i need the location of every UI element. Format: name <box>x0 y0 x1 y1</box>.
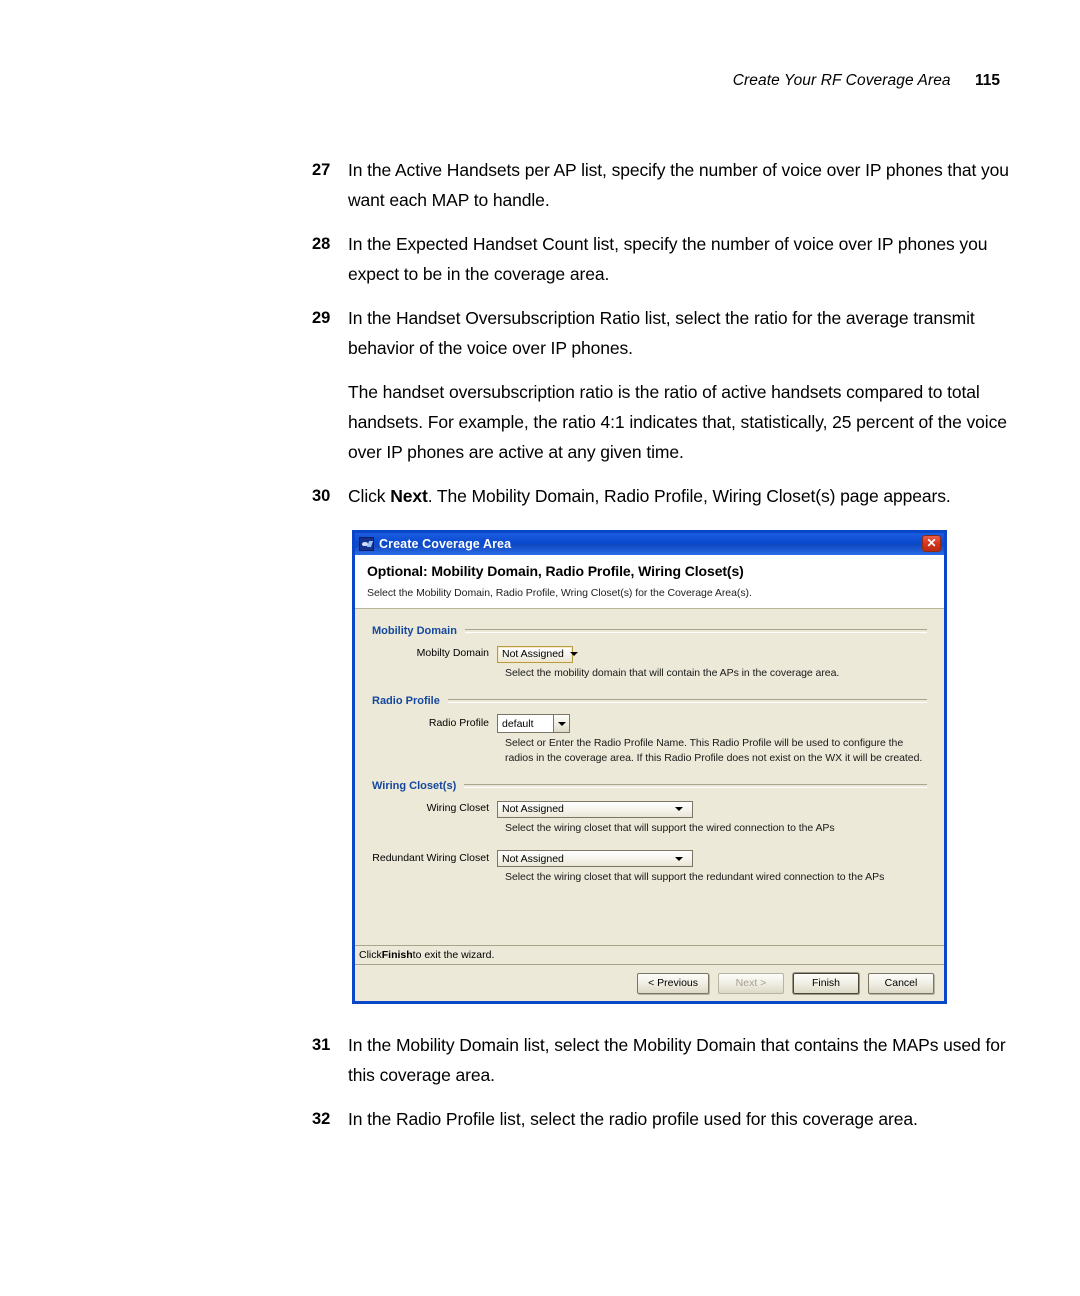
step-number: 29 <box>312 309 331 327</box>
step-number: 28 <box>312 235 331 253</box>
step-item: 32 In the Radio Profile list, select the… <box>312 1104 1012 1134</box>
dialog-title: Create Coverage Area <box>379 537 512 551</box>
chevron-down-icon <box>675 856 683 861</box>
statusbar-text-before: Click <box>359 949 382 961</box>
step-text: Click Next. The Mobility Domain, Radio P… <box>348 481 1012 511</box>
create-coverage-area-dialog: Create Coverage Area ✕ Optional: Mobilit… <box>352 530 947 1004</box>
help-text-redundant-wiring-closet: Select the wiring closet that will suppo… <box>505 871 885 883</box>
step30-text-after: . The Mobility Domain, Radio Profile, Wi… <box>427 486 951 506</box>
step30-text-before: Click <box>348 486 391 506</box>
help-text-mobility-domain: Select the mobility domain that will con… <box>505 666 840 679</box>
step-item: 30 Click Next. The Mobility Domain, Radi… <box>312 481 1012 511</box>
dialog-titlebar[interactable]: Create Coverage Area ✕ <box>355 533 944 555</box>
group-radio-profile: Radio Profile Radio Profile default Sele… <box>372 695 927 767</box>
mobility-domain-value: Not Assigned <box>502 648 564 660</box>
step-text: In the Handset Oversubscription Ratio li… <box>348 308 975 358</box>
field-row-radio-profile: Radio Profile default <box>372 714 927 733</box>
field-control: Not Assigned <box>497 644 578 663</box>
page-header: Create Your RF Coverage Area 115 <box>0 72 1000 90</box>
group-wiring-closets: Wiring Closet(s) Wiring Closet Not Assig… <box>372 780 927 885</box>
dialog-statusbar: Click Finish to exit the wizard. <box>355 945 944 965</box>
wiring-closet-dropdown[interactable]: Not Assigned <box>497 800 693 818</box>
step-number: 27 <box>312 161 331 179</box>
radio-profile-dropdown-button[interactable] <box>553 714 570 733</box>
dialog-body: Mobility Domain Mobilty Domain Not Assig… <box>355 609 944 945</box>
group-header: Mobility Domain <box>372 625 927 637</box>
step-text: In the Active Handsets per AP list, spec… <box>348 160 1009 210</box>
mobility-domain-dropdown[interactable]: Not Assigned <box>497 645 578 663</box>
field-row-redundant-wiring-closet: Redundant Wiring Closet Not Assigned <box>372 849 927 867</box>
step-text: In the Expected Handset Count list, spec… <box>348 234 988 284</box>
close-icon[interactable]: ✕ <box>922 535 941 552</box>
field-control: Not Assigned <box>497 799 693 818</box>
field-control: default <box>497 714 570 733</box>
numbered-steps-upper: 27 In the Active Handsets per AP list, s… <box>312 155 1012 525</box>
redundant-wiring-closet-value: Not Assigned <box>502 852 564 865</box>
step30-bold-next: Next <box>390 486 428 506</box>
finish-button[interactable]: Finish <box>793 972 859 994</box>
help-text-wiring-closet: Select the wiring closet that will suppo… <box>505 821 835 834</box>
field-row-mobility-domain: Mobilty Domain Not Assigned <box>372 644 927 663</box>
chevron-down-icon <box>557 721 566 726</box>
cancel-button[interactable]: Cancel <box>868 972 934 994</box>
radio-profile-combobox[interactable]: default <box>497 714 570 733</box>
next-button: Next > <box>718 972 784 994</box>
help-text-radio-profile: Select or Enter the Radio Profile Name. … <box>505 737 923 764</box>
field-control: Not Assigned <box>497 849 693 867</box>
radio-profile-input[interactable]: default <box>497 714 553 733</box>
statusbar-bold-finish: Finish <box>381 949 413 961</box>
group-label-mobility-domain: Mobility Domain <box>372 625 457 637</box>
close-glyph: ✕ <box>926 536 937 550</box>
step-item: 28 In the Expected Handset Count list, s… <box>312 229 1012 289</box>
dialog-heading: Optional: Mobility Domain, Radio Profile… <box>367 563 744 579</box>
group-label-radio-profile: Radio Profile <box>372 694 440 707</box>
group-mobility-domain: Mobility Domain Mobilty Domain Not Assig… <box>372 625 927 681</box>
step-number: 30 <box>312 487 331 505</box>
dialog-subheading: Select the Mobility Domain, Radio Profil… <box>367 587 752 599</box>
wireless-app-icon <box>359 537 374 551</box>
running-head-title: Create Your RF Coverage Area <box>732 72 951 89</box>
chevron-down-icon <box>675 807 683 811</box>
group-label-wiring-closets: Wiring Closet(s) <box>372 780 457 792</box>
field-label-wiring-closet: Wiring Closet <box>426 802 489 814</box>
previous-button[interactable]: < Previous <box>637 972 709 994</box>
page-number: 115 <box>974 72 1000 89</box>
field-row-wiring-closet: Wiring Closet Not Assigned <box>372 799 927 818</box>
step-number: 32 <box>312 1110 331 1128</box>
field-label-mobility-domain: Mobilty Domain <box>416 647 489 659</box>
step-item: 31 In the Mobility Domain list, select t… <box>312 1030 1012 1090</box>
step-number: 31 <box>312 1036 331 1054</box>
wiring-closet-value: Not Assigned <box>502 803 564 815</box>
statusbar-text-after: to exit the wizard. <box>412 949 495 961</box>
screenshot-figure: Create Coverage Area ✕ Optional: Mobilit… <box>352 530 947 1004</box>
group-divider <box>464 629 927 633</box>
field-label-redundant-wiring-closet: Redundant Wiring Closet <box>372 851 489 864</box>
step-text: In the Radio Profile list, select the ra… <box>348 1109 918 1129</box>
step-item: 27 In the Active Handsets per AP list, s… <box>312 155 1012 215</box>
dialog-button-bar: < Previous Next > Finish Cancel <box>355 965 944 1001</box>
field-label-radio-profile: Radio Profile <box>428 716 489 729</box>
step-text: In the Mobility Domain list, select the … <box>348 1035 1006 1085</box>
redundant-wiring-closet-dropdown[interactable]: Not Assigned <box>497 850 693 867</box>
group-divider <box>464 784 927 788</box>
chevron-down-icon <box>569 652 578 656</box>
group-header: Wiring Closet(s) <box>372 780 927 792</box>
step-item: 29 In the Handset Oversubscription Ratio… <box>312 303 1012 363</box>
dialog-header-band: Optional: Mobility Domain, Radio Profile… <box>355 555 944 609</box>
group-header: Radio Profile <box>372 695 927 707</box>
numbered-steps-lower: 31 In the Mobility Domain list, select t… <box>312 1030 1012 1148</box>
explanatory-paragraph: The handset oversubscription ratio is th… <box>348 382 1007 462</box>
group-divider <box>447 698 927 703</box>
